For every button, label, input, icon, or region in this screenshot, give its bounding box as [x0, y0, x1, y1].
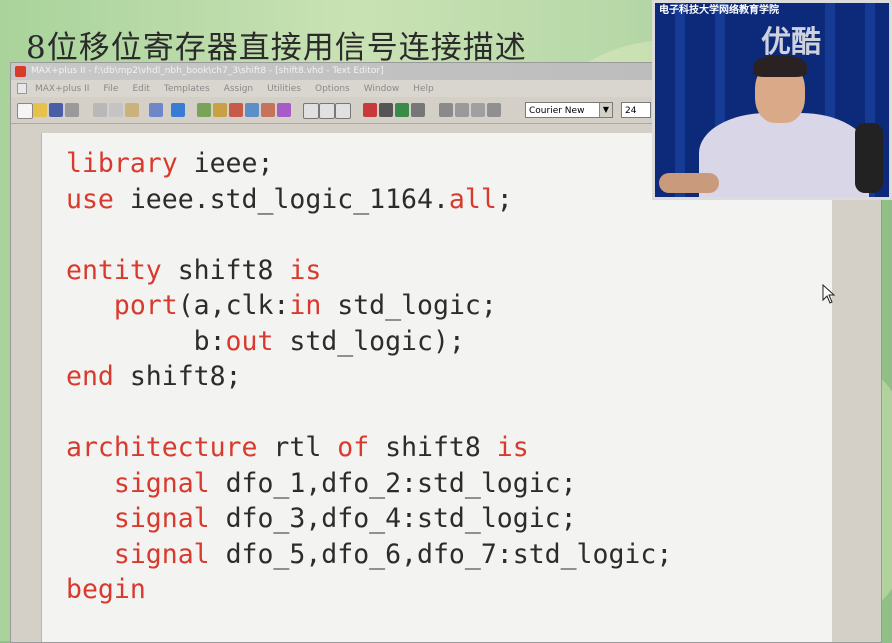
compile-icon[interactable]: [229, 103, 243, 117]
outdent-icon[interactable]: [471, 103, 485, 117]
find-icon[interactable]: [303, 103, 319, 119]
code-line: signal dfo_1,dfo_2:std_logic;: [66, 468, 577, 500]
timing-icon[interactable]: [261, 103, 275, 117]
code-text: std_logic);: [273, 325, 465, 357]
code-keyword: port: [113, 290, 178, 321]
code-line: entity shift8 is: [66, 255, 321, 287]
code-line: port(a,clk:in std_logic;: [66, 290, 497, 322]
floorplan-icon[interactable]: [213, 103, 227, 117]
programmer-icon[interactable]: [277, 103, 291, 117]
slide-title: 8位移位寄存器直接用信号连接描述: [26, 30, 527, 66]
simulate-icon[interactable]: [245, 103, 259, 117]
paste-icon[interactable]: [125, 103, 139, 117]
code-keyword: entity: [66, 254, 162, 286]
code-text: (a,clk:: [177, 290, 290, 321]
replace-icon[interactable]: [319, 103, 335, 119]
code-text: dfo_3,dfo_4:std_logic;: [209, 503, 577, 534]
code-keyword: signal: [113, 538, 210, 570]
menu-item[interactable]: Window: [364, 84, 400, 94]
menu-item[interactable]: Templates: [164, 84, 210, 94]
menu-item[interactable]: Options: [315, 84, 350, 94]
list-icon[interactable]: [487, 103, 501, 117]
save-icon[interactable]: [49, 103, 63, 117]
menu-item[interactable]: MAX+plus II: [35, 84, 89, 94]
run-green-icon[interactable]: [395, 103, 409, 117]
code-text: ;: [496, 183, 513, 215]
code-keyword: architecture: [66, 432, 258, 463]
font-size-select[interactable]: 24: [621, 102, 651, 118]
chevron-down-icon[interactable]: ▼: [599, 103, 612, 117]
font-select-value: Courier New: [529, 106, 585, 116]
window-title: MAX+plus II - f:\db\mp2\vhdl_nbh_book\ch…: [31, 66, 384, 76]
new-file-icon[interactable]: [17, 103, 33, 119]
code-keyword: signal: [113, 503, 210, 534]
zoom-icon[interactable]: [335, 103, 351, 119]
document-icon: [17, 83, 27, 94]
code-line: library ieee;: [66, 148, 273, 180]
code-line: b:out std_logic);: [66, 326, 465, 358]
font-select[interactable]: Courier New ▼: [525, 102, 613, 118]
font-size-value: 24: [625, 106, 637, 116]
code-keyword: all: [448, 183, 497, 215]
indent-icon[interactable]: [455, 103, 469, 117]
menu-item[interactable]: Assign: [224, 84, 253, 94]
code-line: signal dfo_3,dfo_4:std_logic;: [66, 503, 577, 535]
code-keyword: signal: [113, 467, 210, 499]
help-icon[interactable]: [171, 103, 185, 117]
code-text: dfo_5,dfo_6,dfo_7:std_logic;: [209, 538, 673, 570]
app-icon: [15, 66, 26, 77]
code-keyword: in: [289, 290, 322, 321]
menu-item[interactable]: File: [103, 84, 118, 94]
code-keyword: library: [66, 148, 178, 179]
code-text: shift8: [369, 432, 497, 463]
code-keyword: of: [337, 432, 370, 463]
menu-item[interactable]: Utilities: [267, 84, 301, 94]
code-line: begin: [66, 574, 146, 606]
code-text: shift8;: [113, 361, 242, 392]
code-keyword: out: [225, 325, 274, 357]
code-line: end shift8;: [66, 361, 242, 393]
code-line: signal dfo_5,dfo_6,dfo_7:std_logic;: [66, 539, 672, 571]
cut-icon[interactable]: [93, 103, 107, 117]
code-text: ieee;: [177, 148, 274, 179]
lecturer-body: [699, 113, 869, 197]
video-caption: 电子科技大学网络教育学院: [659, 5, 779, 16]
code-text: shift8: [161, 254, 290, 286]
code-keyword: end: [66, 361, 114, 392]
video-background-stripe: [675, 3, 685, 197]
lecturer-arm: [659, 173, 719, 193]
undo-icon[interactable]: [149, 103, 163, 117]
code-text: b:: [66, 325, 226, 357]
copy-icon[interactable]: [109, 103, 123, 117]
run-red-icon[interactable]: [363, 103, 377, 117]
code-editor[interactable]: library ieee; use ieee.std_logic_1164.all…: [41, 133, 832, 642]
code-line: architecture rtl of shift8 is: [66, 432, 529, 464]
print-icon[interactable]: [65, 103, 79, 117]
run-dark-icon[interactable]: [379, 103, 393, 117]
code-keyword: begin: [66, 574, 146, 605]
menu-item[interactable]: Help: [413, 84, 434, 94]
code-text: ieee.std_logic_1164.: [113, 183, 449, 215]
open-folder-icon[interactable]: [33, 103, 47, 117]
hierarchy-icon[interactable]: [197, 103, 211, 117]
run-grey-icon[interactable]: [411, 103, 425, 117]
code-keyword: is: [496, 432, 529, 463]
lecturer-video: 电子科技大学网络教育学院 优酷: [652, 0, 892, 200]
code-keyword: is: [289, 254, 322, 286]
menu-item[interactable]: Edit: [132, 84, 149, 94]
microphone: [855, 123, 883, 193]
code-text: rtl: [257, 432, 338, 463]
align-icon[interactable]: [439, 103, 453, 117]
code-line: use ieee.std_logic_1164.all;: [66, 184, 513, 216]
code-text: dfo_1,dfo_2:std_logic;: [209, 467, 577, 499]
code-text: std_logic;: [321, 290, 497, 321]
video-watermark-logo: 优酷: [761, 25, 821, 60]
code-keyword: use: [66, 183, 114, 215]
